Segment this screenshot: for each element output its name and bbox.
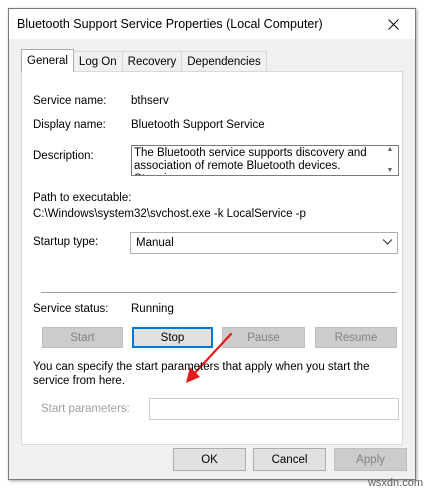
tab-log-on[interactable]: Log On <box>72 51 123 71</box>
description-label: Description: <box>33 150 94 162</box>
tab-strip: General Log On Recovery Dependencies <box>21 49 267 72</box>
path-value: C:\Windows\system32\svchost.exe -k Local… <box>33 208 306 220</box>
description-text: The Bluetooth service supports discovery… <box>134 147 367 175</box>
service-status-label: Service status: <box>33 303 109 315</box>
service-status-value: Running <box>131 303 174 315</box>
title-bar[interactable]: Bluetooth Support Service Properties (Lo… <box>9 9 415 39</box>
scroll-down-icon[interactable]: ▼ <box>383 167 397 174</box>
ok-button[interactable]: OK <box>173 448 246 471</box>
scroll-up-icon[interactable]: ▲ <box>383 146 397 153</box>
description-box[interactable]: The Bluetooth service supports discovery… <box>131 145 399 176</box>
chevron-down-icon <box>382 239 393 245</box>
cancel-button[interactable]: Cancel <box>253 448 326 471</box>
divider <box>41 292 397 294</box>
tab-general[interactable]: General <box>21 49 74 72</box>
display-name-value: Bluetooth Support Service <box>131 119 265 131</box>
apply-button[interactable]: Apply <box>334 448 407 471</box>
service-name-label: Service name: <box>33 95 107 107</box>
properties-dialog: Bluetooth Support Service Properties (Lo… <box>8 8 416 480</box>
start-params-input[interactable] <box>149 398 399 420</box>
window-title: Bluetooth Support Service Properties (Lo… <box>17 17 323 31</box>
start-button[interactable]: Start <box>42 327 123 348</box>
service-name-value: bthserv <box>131 95 169 107</box>
path-label: Path to executable: <box>33 192 132 204</box>
resume-button[interactable]: Resume <box>315 327 397 348</box>
start-params-label: Start parameters: <box>41 403 130 415</box>
startup-type-dropdown[interactable]: Manual <box>130 232 398 254</box>
info-text: You can specify the start parameters tha… <box>33 361 370 387</box>
general-tab-panel: Service name: bthserv Display name: Blue… <box>21 71 403 445</box>
tab-recovery[interactable]: Recovery <box>121 51 183 71</box>
close-icon[interactable] <box>371 9 415 39</box>
startup-type-value: Manual <box>136 237 174 249</box>
startup-type-label: Startup type: <box>33 236 99 248</box>
tab-dependencies[interactable]: Dependencies <box>181 51 267 71</box>
display-name-label: Display name: <box>33 119 106 131</box>
watermark: wsxdn.com <box>367 477 423 489</box>
